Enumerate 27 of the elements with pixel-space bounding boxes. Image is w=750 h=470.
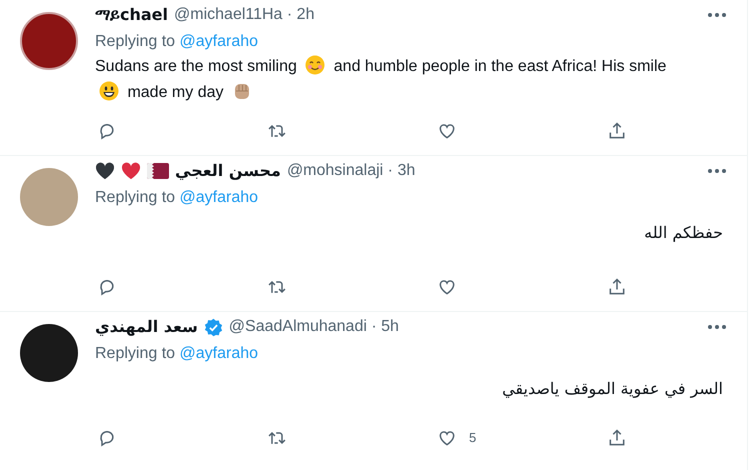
- replying-to-text: Replying to @ayfaraho: [95, 188, 260, 208]
- heart-icon[interactable]: [437, 121, 457, 141]
- heart-icon[interactable]: [437, 277, 457, 297]
- like-count: 5: [469, 429, 476, 448]
- heart-icon: [121, 162, 141, 180]
- share-icon[interactable]: [607, 277, 627, 297]
- share-icon[interactable]: [607, 428, 627, 448]
- handle-and-time[interactable]: @mohsinalaji · 3h: [286, 160, 416, 182]
- replying-to-text: Replying to @ayfaraho: [95, 32, 260, 52]
- smiling-face-icon: [305, 55, 326, 75]
- share-icon[interactable]: [607, 121, 627, 141]
- heart-icon[interactable]: [437, 428, 457, 448]
- handle-and-time[interactable]: @michael11Ha · 2h: [174, 4, 314, 26]
- more-options-icon[interactable]: [707, 168, 727, 174]
- replying-to-text: Replying to @ayfaraho: [95, 344, 260, 364]
- handle-and-time[interactable]: @SaadAlmuhanadi · 5h: [228, 316, 399, 338]
- tweet-text: السر في عفوية الموقف ياصديقي: [501, 378, 724, 400]
- flag-icon: [147, 163, 169, 179]
- grinning-face-icon: [99, 81, 119, 101]
- display-name[interactable]: سعد المهندي: [95, 316, 198, 338]
- display-name[interactable]: محسن العجي: [175, 160, 281, 182]
- display-name[interactable]: ማይchael: [95, 4, 168, 26]
- more-options-icon[interactable]: [707, 324, 727, 330]
- tweet-text: Sudans are the most smiling and humble people in the east Africa! His smile made my day: [95, 54, 727, 106]
- heart-icon: [95, 162, 115, 180]
- tweet-text: حفظكم الله: [643, 222, 724, 244]
- more-options-icon[interactable]: [707, 12, 727, 18]
